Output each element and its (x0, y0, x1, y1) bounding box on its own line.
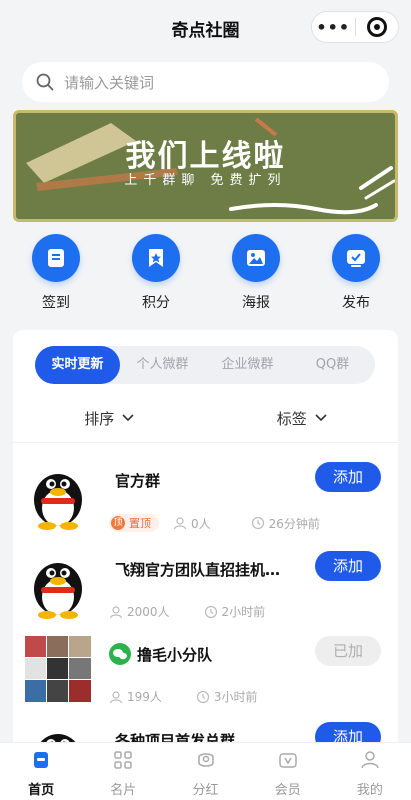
add-group-button[interactable]: 添加 (315, 462, 381, 492)
clock-icon (196, 690, 210, 703)
checkin-button[interactable]: 签到 (6, 234, 106, 322)
add-group-button[interactable]: 添加 (315, 551, 381, 581)
post-time-text: 3小时前 (213, 690, 258, 704)
grid-icon (114, 751, 133, 769)
target-icon (366, 17, 387, 37)
wechat-icon (109, 643, 131, 665)
post-time: 3小时前 (196, 688, 258, 705)
points-label: 积分 (142, 295, 170, 311)
tab-home[interactable]: 首页 (0, 743, 82, 800)
points-button[interactable]: 积分 (106, 234, 206, 322)
dividend-icon (197, 753, 214, 767)
mini-program-capsule: ••• (311, 11, 399, 43)
pin-icon: 顶 (111, 516, 125, 530)
tab-mine[interactable]: 我的 (329, 743, 411, 800)
filter-bar: 排序 标签 (13, 400, 398, 436)
checkin-label: 签到 (42, 295, 70, 311)
divider (13, 442, 398, 443)
banner-subtitle: 上千群聊 免费扩列 (124, 173, 287, 188)
user-icon (173, 517, 187, 530)
list-item[interactable]: 飞翔官方团队直招挂机… 2000人 2小时前 添加 (13, 551, 398, 639)
user-icon (109, 690, 123, 703)
tab-qq[interactable]: QQ群 (290, 346, 375, 384)
quick-actions: 签到 积分 海报 发布 (0, 234, 411, 322)
top-bar: 奇点社圈 ••• (0, 0, 411, 54)
post-time-text: 26分钟前 (268, 516, 320, 531)
tab-enterprise-wechat[interactable]: 企业微群 (205, 346, 290, 384)
group-name: 飞翔官方团队直招挂机… (115, 561, 281, 579)
poster-icon (232, 234, 280, 282)
group-collage-avatar (25, 636, 91, 702)
chevron-down-icon (122, 414, 134, 422)
publish-icon (332, 234, 380, 282)
member-count-text: 199人 (127, 690, 162, 704)
tab-personal-wechat[interactable]: 个人微群 (120, 346, 205, 384)
tags-dropdown[interactable]: 标签 (206, 400, 399, 436)
group-meta: 199人 3小时前 (109, 688, 292, 705)
home-icon (34, 752, 49, 768)
clock-icon (204, 605, 217, 618)
member-count-text: 2000人 (127, 605, 170, 619)
tags-label: 标签 (276, 409, 307, 428)
group-name: 撸毛小分队 (137, 646, 213, 664)
poster-button[interactable]: 海报 (206, 234, 306, 322)
group-meta: 顶置顶 0人 26分钟前 (109, 514, 354, 532)
tab-mine-label: 我的 (356, 783, 383, 798)
member-count-text: 0人 (191, 516, 211, 531)
member-count: 0人 (173, 515, 211, 532)
more-menu-button[interactable]: ••• (312, 18, 355, 37)
promo-banner[interactable]: 我们上线啦 上千群聊 免费扩列 (13, 110, 398, 222)
tab-card-label: 名片 (110, 783, 137, 798)
sort-dropdown[interactable]: 排序 (13, 400, 206, 436)
group-meta: 2000人 2小时前 (109, 603, 299, 620)
pinned-badge: 顶置顶 (109, 514, 159, 532)
qq-penguin-avatar (34, 474, 82, 530)
tab-home-label: 首页 (28, 783, 55, 798)
post-time: 2小时前 (204, 603, 266, 620)
sort-label: 排序 (84, 409, 115, 428)
vip-icon (278, 753, 297, 768)
user-icon (109, 605, 123, 618)
bottom-tab-bar: 首页 名片 分红 会员 我的 (0, 742, 411, 800)
clock-icon (251, 516, 264, 530)
member-count: 199人 (109, 688, 162, 705)
tab-member[interactable]: 会员 (247, 743, 329, 800)
tab-realtime[interactable]: 实时更新 (35, 346, 120, 384)
tab-dividend-label: 分红 (192, 783, 219, 798)
points-icon (132, 234, 180, 282)
user-icon (361, 751, 379, 769)
post-time: 26分钟前 (251, 515, 320, 532)
pinned-label: 置顶 (129, 517, 151, 530)
poster-label: 海报 (242, 295, 270, 311)
tab-member-label: 会员 (274, 783, 301, 798)
tab-dividend[interactable]: 分红 (164, 743, 246, 800)
post-time-text: 2小时前 (221, 605, 266, 619)
group-name: 官方群 (115, 472, 161, 490)
group-list-card: 实时更新 个人微群 企业微群 QQ群 排序 标签 官方群 顶置顶 0人 26分钟… (13, 330, 398, 750)
publish-button[interactable]: 发布 (306, 234, 406, 322)
tab-card[interactable]: 名片 (82, 743, 164, 800)
list-item[interactable]: 撸毛小分队 199人 3小时前 已加 (13, 636, 398, 724)
search-placeholder: 请输入关键词 (64, 73, 155, 92)
publish-label: 发布 (342, 295, 370, 311)
qq-penguin-avatar (34, 563, 82, 619)
search-bar[interactable]: 请输入关键词 (22, 62, 389, 102)
member-count: 2000人 (109, 603, 170, 620)
category-tabs: 实时更新 个人微群 企业微群 QQ群 (35, 346, 375, 384)
search-icon (36, 73, 54, 91)
joined-button[interactable]: 已加 (315, 636, 381, 666)
list-item[interactable]: 官方群 顶置顶 0人 26分钟前 添加 (13, 462, 398, 550)
chevron-down-icon (315, 414, 327, 422)
close-program-button[interactable] (356, 17, 399, 37)
checkin-icon (32, 234, 80, 282)
